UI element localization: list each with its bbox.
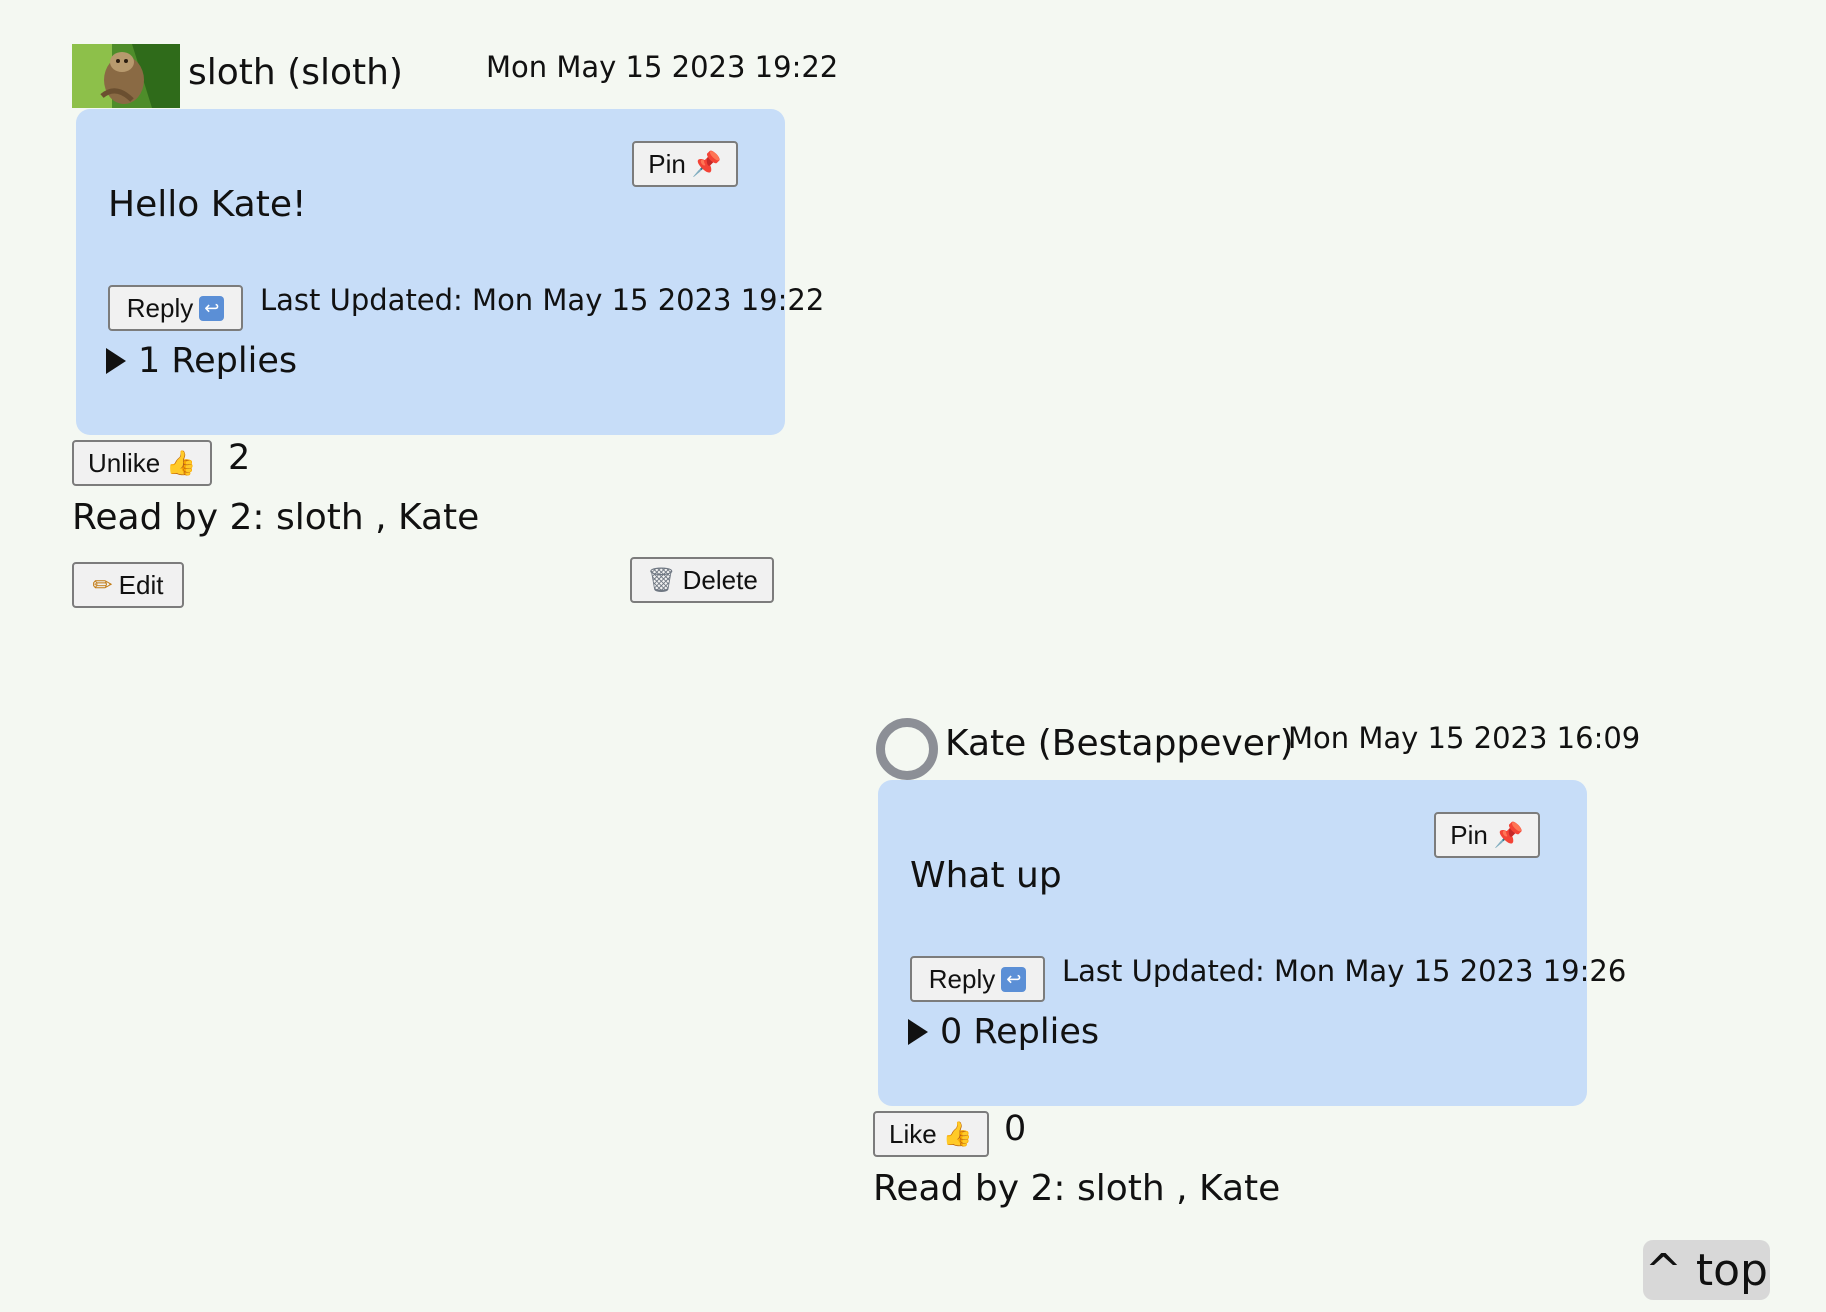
pencil-icon: ✏ bbox=[92, 571, 113, 599]
like-button-label: Unlike bbox=[88, 447, 161, 478]
pin-icon: 📌 bbox=[1493, 821, 1524, 849]
expand-triangle-icon bbox=[106, 348, 126, 374]
replies-count: 1 Replies bbox=[138, 341, 298, 381]
like-button[interactable]: Like 👍 bbox=[873, 1111, 989, 1157]
like-count: 0 bbox=[1004, 1109, 1027, 1149]
message-header: sloth (sloth) Mon May 15 2023 19:22 bbox=[72, 44, 838, 108]
message-kate: Kate (Bestappever) Mon May 15 2023 16:09… bbox=[873, 715, 1640, 1235]
delete-button-label: Delete bbox=[682, 564, 758, 595]
message-text: Hello Kate! bbox=[108, 184, 307, 225]
replies-toggle[interactable]: 1 Replies bbox=[106, 341, 297, 381]
reply-icon: ↩ bbox=[1001, 966, 1027, 992]
reply-button[interactable]: Reply ↩ bbox=[910, 956, 1045, 1002]
message-text: What up bbox=[910, 855, 1062, 896]
reply-button-label: Reply bbox=[126, 292, 194, 323]
message-bubble: Pin 📌 What up Reply ↩ Last Updated: Mon … bbox=[878, 780, 1626, 1106]
replies-count: 0 Replies bbox=[940, 1012, 1100, 1052]
timestamp: Mon May 15 2023 19:22 bbox=[486, 50, 839, 84]
delete-button[interactable]: 🗑 Delete bbox=[630, 557, 774, 603]
read-by: Read by 2: sloth , Kate bbox=[72, 497, 480, 538]
pin-button[interactable]: Pin 📌 bbox=[632, 141, 738, 187]
reply-button-label: Reply bbox=[928, 963, 996, 994]
timestamp: Mon May 15 2023 16:09 bbox=[1288, 721, 1641, 755]
message-bubble: Pin 📌 Hello Kate! Reply ↩ Last Updated: … bbox=[76, 109, 824, 435]
like-count: 2 bbox=[228, 438, 251, 478]
read-by: Read by 2: sloth , Kate bbox=[873, 1168, 1281, 1209]
last-updated: Last Updated: Mon May 15 2023 19:22 bbox=[260, 283, 825, 317]
replies-toggle[interactable]: 0 Replies bbox=[908, 1012, 1099, 1052]
pin-icon: 📌 bbox=[691, 150, 722, 178]
thumbs-up-icon: 👍 bbox=[942, 1120, 973, 1148]
thumbs-up-icon: 👍 bbox=[166, 449, 197, 477]
like-button-label: Like bbox=[889, 1118, 937, 1149]
avatar bbox=[72, 44, 180, 108]
pin-button[interactable]: Pin 📌 bbox=[1434, 812, 1540, 858]
pin-button-label: Pin bbox=[1450, 819, 1488, 850]
reply-button[interactable]: Reply ↩ bbox=[108, 285, 243, 331]
pin-button-label: Pin bbox=[648, 148, 686, 179]
trash-icon: 🗑 bbox=[646, 566, 677, 594]
message-header: Kate (Bestappever) Mon May 15 2023 16:09 bbox=[873, 715, 1640, 780]
last-updated: Last Updated: Mon May 15 2023 19:26 bbox=[1062, 954, 1627, 988]
expand-triangle-icon bbox=[908, 1019, 928, 1045]
edit-button-label: Edit bbox=[118, 569, 164, 600]
scroll-to-top-button[interactable]: ^ top bbox=[1643, 1240, 1770, 1300]
avatar-placeholder-icon bbox=[876, 718, 938, 780]
unlike-button[interactable]: Unlike 👍 bbox=[72, 440, 213, 486]
author-name: Kate (Bestappever) bbox=[945, 723, 1294, 764]
author-name: sloth (sloth) bbox=[188, 52, 403, 93]
reply-icon: ↩ bbox=[199, 295, 225, 321]
edit-button[interactable]: ✏ Edit bbox=[72, 562, 184, 608]
message-sloth: sloth (sloth) Mon May 15 2023 19:22 Pin … bbox=[72, 44, 838, 614]
